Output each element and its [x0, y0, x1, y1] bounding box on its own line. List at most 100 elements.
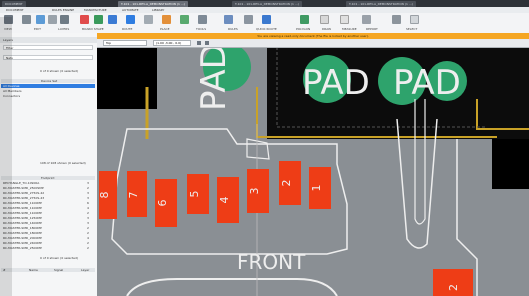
pin-number-label: 1 — [310, 185, 323, 192]
quick-route-icon[interactable] — [224, 15, 233, 24]
trace-icon[interactable] — [244, 15, 253, 24]
pin-number-label: 8 — [98, 192, 111, 199]
panel3-count: 0 of 0 shown (0 selected) — [40, 256, 79, 260]
ribbon-label-draw: DRAW — [322, 27, 332, 31]
device-header[interactable]: Device Set — [1, 79, 95, 83]
ribbon-label-tools: TOOLS — [196, 27, 207, 31]
left-side-panels: Layers Filter Nets 0 of 0 shown (0 selec… — [0, 33, 98, 296]
panel1-count: 0 of 0 shown (0 selected) — [40, 69, 79, 73]
pin-number-label: 3 — [248, 188, 261, 195]
polygon-icon[interactable] — [300, 15, 309, 24]
pins-table-header: # Name Signal Layer — [1, 268, 95, 272]
footprint-row[interactable]: RC-MASTER-SMD_1400MP 3 — [1, 221, 95, 225]
wrench-icon[interactable] — [392, 15, 401, 24]
route-icon[interactable] — [108, 15, 117, 24]
canvas-toolbar: Top (1.00 ,3.00 , 0.0) — [97, 39, 529, 48]
footprint-count: 2 — [87, 231, 89, 235]
draw-icon[interactable] — [320, 15, 329, 24]
ribbon-label-select: SELECT — [406, 27, 418, 31]
coordinate-readout: (1.00 ,3.00 , 0.0) — [153, 40, 191, 46]
pin-number-label: 6 — [156, 200, 169, 207]
layers-icon[interactable] — [36, 15, 45, 24]
device-row-all[interactable]: All Devices — [1, 84, 95, 88]
via-icon[interactable] — [262, 15, 271, 24]
footprint-count: 3 — [87, 181, 89, 185]
footprint-row[interactable]: RC-MASTER-SMD_2400MP 2 — [1, 241, 95, 245]
ribbon-label-rules: RULES — [228, 27, 238, 31]
dimension-icon[interactable] — [340, 15, 349, 24]
pad-label: PAD — [393, 63, 461, 103]
footprint-row[interactable]: RC-MASTER-SMD_1800MP 2 — [1, 231, 95, 235]
ribbon-label-measure: MEASURE — [342, 27, 357, 31]
undo-icon[interactable] — [144, 15, 153, 24]
paste-icon[interactable] — [60, 15, 69, 24]
measure-icon[interactable] — [198, 15, 207, 24]
pin-number-label: 5 — [188, 191, 201, 198]
footprint-count: 3 — [87, 196, 89, 200]
footprint-row[interactable]: RC-MASTER-SMD_2000MP 4 — [1, 236, 95, 240]
place-icon[interactable] — [126, 15, 135, 24]
grid-toggle-icon[interactable] — [205, 41, 209, 45]
footprint-count: 2 — [87, 246, 89, 250]
footprint-header[interactable]: Footprint — [1, 176, 95, 180]
board-shape-icon[interactable] — [80, 15, 89, 24]
footprint-count: 2 — [87, 211, 89, 215]
footprint-row[interactable]: RC-MASTER-SMD_1250MP 3 — [1, 216, 95, 220]
filter-field[interactable]: Filter — [3, 45, 93, 50]
pcb-drawing: PAD PAD PAD FRONT 8 7 6 5 4 3 2 1 2 — [97, 39, 529, 296]
footprint-row[interactable]: RC-MASTER-SMD_1100MP 4 — [1, 206, 95, 210]
footprint-count: 2 — [87, 241, 89, 245]
ribbon-label-route: ROUTE — [122, 27, 133, 31]
pcb-canvas[interactable]: PAD PAD PAD FRONT 8 7 6 5 4 3 2 1 2 — [97, 39, 529, 296]
ribbon-label-board-shape: BOARD SHAPE — [82, 27, 104, 31]
footprint-count: 3 — [87, 221, 89, 225]
footprint-count: 2 — [87, 226, 89, 230]
edit-icon[interactable] — [22, 15, 31, 24]
footprint-row[interactable]: RC-MASTER-SMD_2500MP 2 — [1, 246, 95, 250]
menu-manufacture[interactable]: MANUFACTURE — [84, 9, 107, 12]
rules-icon[interactable] — [180, 15, 189, 24]
col-name[interactable]: Name — [29, 268, 38, 272]
menu-document[interactable]: DOCUMENT — [6, 9, 24, 12]
ribbon-label-polygon: POLYGON — [296, 27, 311, 31]
tools-icon[interactable] — [162, 15, 171, 24]
footprint-row[interactable]: RC-MASTER-SMD_2750S-42 3 — [1, 191, 95, 195]
layer-select[interactable]: Top — [103, 40, 147, 46]
ribbon-toolbar: VIEW EDIT LAYERS BOARD SHAPE ROUTE PLACE… — [0, 13, 529, 34]
panel2-count: 108 of 108 shown (0 selected) — [40, 161, 86, 165]
footprint-row[interactable]: RC-MASTER-SMD_2500SMP 2 — [1, 186, 95, 190]
pad-label-vertical: PAD — [194, 43, 234, 111]
pin-number-label: 4 — [218, 197, 231, 204]
layers-panel-title: Layers — [0, 37, 97, 43]
device-row-connectors[interactable]: Connectors — [1, 94, 95, 98]
footprint-row[interactable]: RC-MASTER-SMD_1800MP 2 — [1, 226, 95, 230]
menu-automate[interactable]: AUTOMATE — [122, 9, 139, 12]
document-tab-strip: DOCUMENT T-101 - 101-REV-A_DEMONSTRATION… — [0, 0, 529, 7]
grid-icon[interactable] — [94, 15, 103, 24]
pin-number-label: 7 — [127, 192, 140, 199]
ribbon-label-layers: LAYERS — [58, 27, 70, 31]
zoom-icon[interactable] — [197, 41, 201, 45]
footprint-row[interactable]: RECTANGLE_TO-10900A 3 — [1, 181, 95, 185]
device-row-members[interactable]: All Members — [1, 89, 95, 93]
copy-icon[interactable] — [48, 15, 57, 24]
footprint-count: 2 — [87, 186, 89, 190]
nets-dropdown[interactable]: Nets — [3, 55, 93, 60]
menu-library[interactable]: LIBRARY — [152, 9, 164, 12]
ribbon-label-edit: EDIT — [34, 27, 41, 31]
pad-label: PAD — [302, 63, 370, 103]
footprint-row[interactable]: RC-MASTER-SMD_1100MP 6 — [1, 201, 95, 205]
footprint-count: 3 — [87, 216, 89, 220]
col-layer[interactable]: Layer — [81, 268, 89, 272]
footprint-row[interactable]: RC-MASTER-SMD_2750S-43 3 — [1, 196, 95, 200]
menu-rules-engine[interactable]: RULES ENGINE — [52, 9, 74, 12]
select-icon[interactable] — [410, 15, 419, 24]
front-label: FRONT — [237, 250, 306, 274]
ribbon-label-quick-route: QUICK ROUTE — [256, 27, 277, 31]
pin-number-label: 2 — [280, 180, 293, 187]
footprint-row[interactable]: RC-MASTER-SMD_1100MP 2 — [1, 211, 95, 215]
report-icon[interactable] — [362, 15, 371, 24]
panel-shadow — [0, 17, 12, 296]
ribbon-label-place: PLACE — [160, 27, 170, 31]
col-signal[interactable]: Signal — [54, 268, 63, 272]
